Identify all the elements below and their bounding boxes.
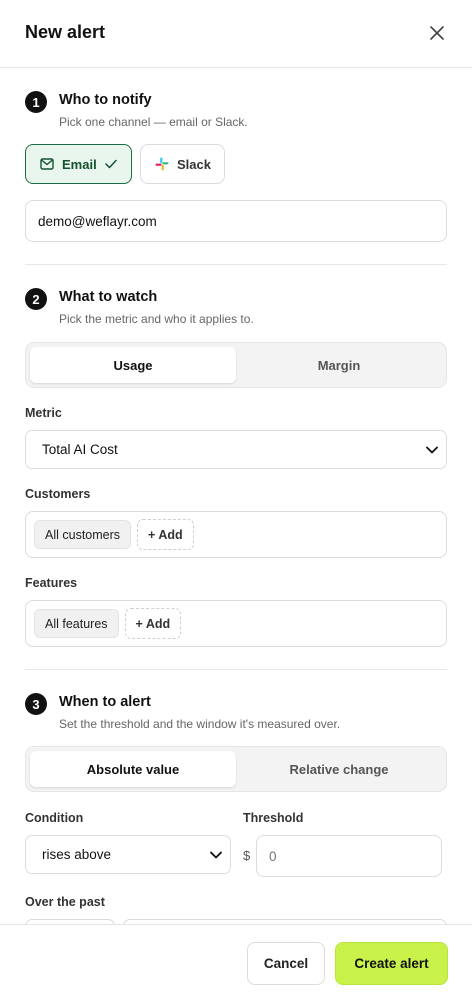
condition-label: Condition	[25, 811, 84, 825]
create-alert-button[interactable]: Create alert	[335, 942, 448, 985]
section-divider	[25, 669, 447, 670]
modal-footer: Cancel Create alert	[0, 924, 472, 1000]
step-number: 3	[25, 693, 47, 715]
step-title: When to alert	[59, 694, 151, 710]
section-divider	[25, 264, 447, 265]
step-subtitle: Pick the metric and who it applies to.	[59, 312, 254, 326]
watch-type-toggle: Usage Margin	[25, 342, 447, 388]
chevron-down-icon	[210, 851, 222, 858]
chevron-down-icon	[426, 446, 438, 453]
metric-label: Metric	[25, 406, 62, 420]
threshold-label: Threshold	[243, 811, 304, 825]
tab-absolute-value[interactable]: Absolute value	[30, 751, 236, 787]
step-subtitle: Set the threshold and the window it's me…	[59, 717, 341, 731]
threshold-input[interactable]	[256, 835, 442, 877]
tab-relative-change[interactable]: Relative change	[236, 751, 442, 787]
modal-title: New alert	[25, 22, 106, 42]
window-label: Over the past	[25, 895, 105, 909]
modal-body: 1 Who to notify Pick one channel — email…	[0, 68, 472, 924]
features-label: Features	[25, 576, 78, 590]
add-customer-button[interactable]: + Add	[137, 519, 194, 550]
close-icon	[430, 26, 444, 40]
step-number: 1	[25, 91, 47, 113]
step-number: 2	[25, 288, 47, 310]
condition-select[interactable]: rises above	[25, 835, 231, 874]
metric-select-value: Total AI Cost	[42, 442, 118, 457]
alert-type-toggle: Absolute value Relative change	[25, 746, 447, 792]
channel-email-label: Email	[62, 156, 97, 172]
step-title: What to watch	[59, 289, 158, 305]
close-button[interactable]	[426, 22, 448, 44]
channel-slack-button[interactable]: Slack	[140, 144, 225, 184]
currency-symbol: $	[243, 848, 251, 863]
step-title: Who to notify	[59, 92, 152, 108]
customers-tag-input: All customers + Add	[25, 511, 447, 558]
step-subtitle: Pick one channel — email or Slack.	[59, 115, 248, 129]
tab-margin[interactable]: Margin	[236, 347, 442, 383]
check-icon	[104, 159, 117, 169]
email-field[interactable]	[25, 200, 447, 242]
condition-select-value: rises above	[42, 847, 112, 862]
step-who-to-notify: 1 Who to notify Pick one channel — email…	[25, 91, 248, 129]
cancel-button[interactable]: Cancel	[247, 942, 325, 985]
step-when-to-alert: 3 When to alert Set the threshold and th…	[25, 693, 340, 731]
features-tag-input: All features + Add	[25, 600, 447, 647]
customers-label: Customers	[25, 487, 91, 501]
step-what-to-watch: 2 What to watch Pick the metric and who …	[25, 288, 254, 326]
metric-select[interactable]: Total AI Cost	[25, 430, 447, 469]
channel-slack-label: Slack	[177, 156, 211, 172]
channel-email-button[interactable]: Email	[25, 144, 132, 184]
mail-icon	[40, 158, 54, 170]
features-tag[interactable]: All features	[34, 609, 119, 638]
slack-icon	[155, 157, 169, 171]
tab-usage[interactable]: Usage	[30, 347, 236, 383]
add-feature-button[interactable]: + Add	[124, 608, 182, 639]
customers-tag[interactable]: All customers	[34, 520, 132, 549]
modal-header: New alert	[0, 0, 472, 68]
